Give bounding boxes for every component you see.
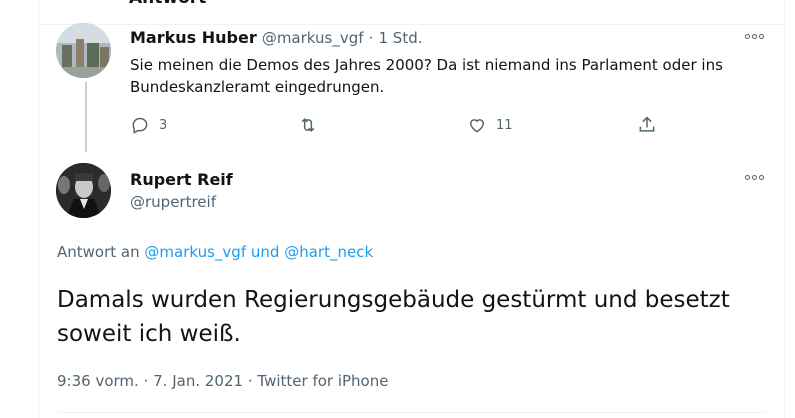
replying-to-prefix: Antwort an xyxy=(57,243,140,261)
reply-count: 3 xyxy=(159,117,168,133)
reply-tweet-meta: Markus Huber @markus_vgf · 1 Std. xyxy=(130,28,423,47)
main-tweet-text: Damals wurden Regierungsgebäude gestürmt… xyxy=(57,287,730,347)
tweet-time[interactable]: 9:36 vorm. xyxy=(57,372,139,390)
like-button[interactable]: 11 xyxy=(467,114,513,136)
meta-separator: · xyxy=(368,29,374,47)
reply-icon xyxy=(132,117,148,134)
retweet-button[interactable] xyxy=(298,114,318,136)
tweet-source[interactable]: Twitter for iPhone xyxy=(257,372,388,390)
avatar-rupert-reif[interactable] xyxy=(56,163,111,218)
meta-separator: · xyxy=(247,372,253,390)
more-options-icon[interactable] xyxy=(745,32,769,42)
reply-button[interactable]: 3 xyxy=(130,114,167,136)
author-name[interactable]: Rupert Reif xyxy=(130,170,233,189)
tweet-date[interactable]: 7. Jan. 2021 xyxy=(153,372,243,390)
retweet-icon xyxy=(301,118,315,132)
author-name[interactable]: Markus Huber xyxy=(130,28,257,47)
reply-tweet-text: Sie meinen die Demos des Jahres 2000? Da… xyxy=(130,56,723,96)
header-fragment: Antwort xyxy=(129,0,206,8)
reply-conjunction[interactable]: und xyxy=(251,243,280,261)
mention-link[interactable]: @markus_vgf xyxy=(144,243,246,261)
heart-icon xyxy=(469,119,485,133)
tweet-actions: 3 11 xyxy=(130,114,670,138)
tweet-time[interactable]: 1 Std. xyxy=(378,29,422,47)
like-count: 11 xyxy=(496,117,513,133)
avatar-markus-huber[interactable] xyxy=(56,23,111,78)
share-icon xyxy=(639,116,655,132)
tweet-timestamp: 9:36 vorm. · 7. Jan. 2021 · Twitter for … xyxy=(57,372,388,390)
thread-line xyxy=(85,82,87,152)
more-options-icon[interactable] xyxy=(745,173,769,183)
tweet-column: Antwort Markus Huber @markus_vgf · 1 Std… xyxy=(38,0,785,418)
divider xyxy=(39,24,784,25)
divider xyxy=(57,412,766,413)
share-button[interactable] xyxy=(637,114,657,136)
replying-to: Antwort an @markus_vgf und @hart_neck xyxy=(57,243,373,261)
meta-separator: · xyxy=(143,372,149,390)
author-handle[interactable]: @rupertreif xyxy=(130,193,216,211)
author-handle[interactable]: @markus_vgf xyxy=(262,29,364,47)
mention-link[interactable]: @hart_neck xyxy=(284,243,373,261)
